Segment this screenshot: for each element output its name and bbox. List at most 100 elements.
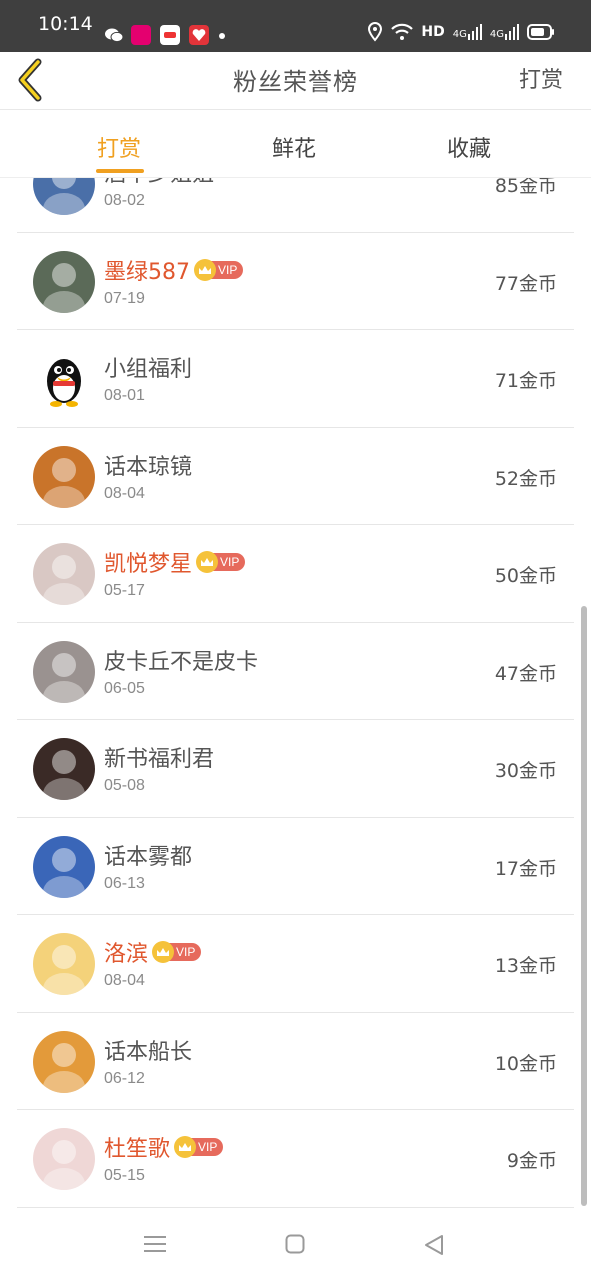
reward-date: 08-04 (104, 484, 145, 502)
vip-badge: VIP (196, 551, 246, 573)
user-name[interactable]: 酒中少姐姐 (104, 178, 214, 188)
wechat-icon (105, 28, 124, 43)
user-name[interactable]: 杜笙歌 (104, 1131, 170, 1163)
user-name[interactable]: 墨绿587 (104, 254, 190, 286)
reward-amount: 77金币 (494, 272, 557, 295)
list-item[interactable]: 凯悦梦星 VIP 05-17 50金币 (17, 525, 574, 623)
signal-4g-2: 4G (490, 24, 519, 40)
avatar[interactable] (33, 178, 95, 215)
signal-4g-1: 4G (453, 24, 482, 40)
scrollbar[interactable] (581, 606, 587, 1206)
avatar[interactable] (33, 835, 95, 898)
ranking-list[interactable]: 酒中少姐姐08-0285金币墨绿587VIP07-1977金币小组福利08-01… (0, 178, 591, 1208)
user-name[interactable]: 皮卡丘不是皮卡 (104, 644, 258, 676)
list-item[interactable]: 杜笙歌 VIP 05-15 9金币 (17, 1110, 574, 1208)
home-square-icon[interactable] (285, 1234, 305, 1254)
app-icon-red (189, 25, 209, 45)
reward-amount: 71金币 (494, 370, 557, 392)
name-line: 皮卡丘不是皮卡 (104, 644, 258, 676)
reward-date: 08-04 (104, 972, 145, 989)
page-title: 粉丝荣誉榜 (233, 68, 358, 96)
active-tab-indicator (96, 169, 144, 173)
reward-amount: 47金币 (494, 662, 557, 685)
avatar[interactable] (33, 640, 95, 703)
reward-date: 05-08 (104, 777, 145, 794)
list-item[interactable]: 话本琼镜 08-04 52金币 (17, 428, 574, 525)
list-item[interactable]: 皮卡丘不是皮卡 06-05 47金币 (17, 623, 574, 720)
reward-amount: 17金币 (494, 857, 557, 880)
user-name[interactable]: 话本雾都 (104, 839, 192, 871)
user-name[interactable]: 凯悦梦星 (104, 546, 192, 578)
reward-amount: 10金币 (494, 1052, 557, 1075)
avatar[interactable] (33, 738, 95, 800)
app-icon-pink (131, 25, 151, 45)
status-indicators: HD 4G 4G (367, 22, 555, 42)
notification-dot (219, 33, 225, 39)
reward-date: 06-13 (104, 874, 145, 892)
user-name[interactable]: 小组福利 (104, 351, 192, 383)
list-item[interactable]: 小组福利 08-01 71金币 (17, 330, 574, 428)
reward-amount: 9金币 (506, 1150, 557, 1172)
list-item[interactable]: 话本船长 06-12 10金币 (17, 1013, 574, 1110)
tab-bar: 打赏 鲜花 收藏 (0, 111, 591, 178)
list-item[interactable]: 墨绿587 VIP 07-19 77金币 (17, 233, 574, 330)
reward-amount: 50金币 (494, 565, 557, 587)
system-nav-bar (0, 1208, 591, 1280)
user-name[interactable]: 新书福利君 (104, 741, 214, 773)
status-bar: 10:14 HD 4G 4G (0, 0, 591, 52)
app-icon-white (160, 25, 180, 45)
reward-date: 06-05 (104, 679, 145, 697)
crown-icon (196, 551, 219, 573)
reward-date: 08-01 (104, 387, 145, 404)
name-line: 小组福利 (104, 351, 192, 383)
reward-amount: 85金币 (494, 178, 557, 197)
tab-flowers[interactable]: 鲜花 (272, 131, 316, 163)
avatar[interactable] (33, 543, 95, 605)
reward-date: 05-15 (104, 1167, 145, 1184)
vip-badge: VIP (152, 941, 202, 963)
crown-icon (194, 258, 216, 281)
penguin-avatar[interactable] (33, 348, 95, 410)
header-bar: 粉丝荣誉榜 打赏 (0, 52, 591, 110)
avatar[interactable] (33, 1030, 95, 1093)
name-line: 酒中少姐姐 (104, 178, 214, 188)
name-line: 洛滨 VIP (104, 936, 202, 968)
list-item[interactable]: 酒中少姐姐 08-02 85金币 (17, 178, 574, 233)
list-item[interactable]: 话本雾都 06-13 17金币 (17, 818, 574, 915)
avatar[interactable] (33, 933, 95, 995)
hd-label: HD (421, 24, 445, 40)
crown-icon (152, 941, 175, 963)
reward-date: 06-12 (104, 1069, 145, 1087)
tab-collections[interactable]: 收藏 (447, 131, 491, 163)
location-icon (368, 22, 383, 42)
list-item[interactable]: 新书福利君 05-08 30金币 (17, 720, 574, 818)
vip-badge: VIP (194, 258, 244, 281)
name-line: 杜笙歌 VIP (104, 1131, 224, 1163)
reward-button[interactable]: 打赏 (519, 62, 563, 94)
status-time: 10:14 (38, 13, 93, 35)
user-name[interactable]: 洛滨 (104, 936, 148, 968)
name-line: 墨绿587 VIP (104, 254, 244, 286)
avatar[interactable] (33, 250, 95, 313)
reward-date: 08-02 (104, 192, 145, 209)
name-line: 话本琼镜 (104, 449, 192, 481)
name-line: 话本雾都 (104, 839, 192, 871)
menu-icon[interactable] (144, 1234, 166, 1254)
back-triangle-icon[interactable] (424, 1234, 444, 1256)
reward-amount: 52金币 (494, 467, 557, 490)
reward-date: 07-19 (104, 289, 145, 307)
ranking-list-inner: 酒中少姐姐08-0285金币墨绿587VIP07-1977金币小组福利08-01… (0, 178, 591, 1208)
name-line: 凯悦梦星 VIP (104, 546, 246, 578)
crown-icon (174, 1136, 197, 1158)
name-line: 话本船长 (104, 1034, 192, 1066)
list-item[interactable]: 洛滨 VIP 08-04 13金币 (17, 915, 574, 1013)
reward-amount: 13金币 (494, 955, 557, 977)
user-name[interactable]: 话本琼镜 (104, 449, 192, 481)
user-name[interactable]: 话本船长 (104, 1034, 192, 1066)
tab-reward[interactable]: 打赏 (97, 131, 141, 163)
avatar[interactable] (33, 1128, 95, 1190)
avatar[interactable] (33, 445, 95, 508)
battery-icon (527, 24, 554, 40)
wifi-icon (391, 23, 414, 40)
reward-date: 05-17 (104, 582, 145, 599)
